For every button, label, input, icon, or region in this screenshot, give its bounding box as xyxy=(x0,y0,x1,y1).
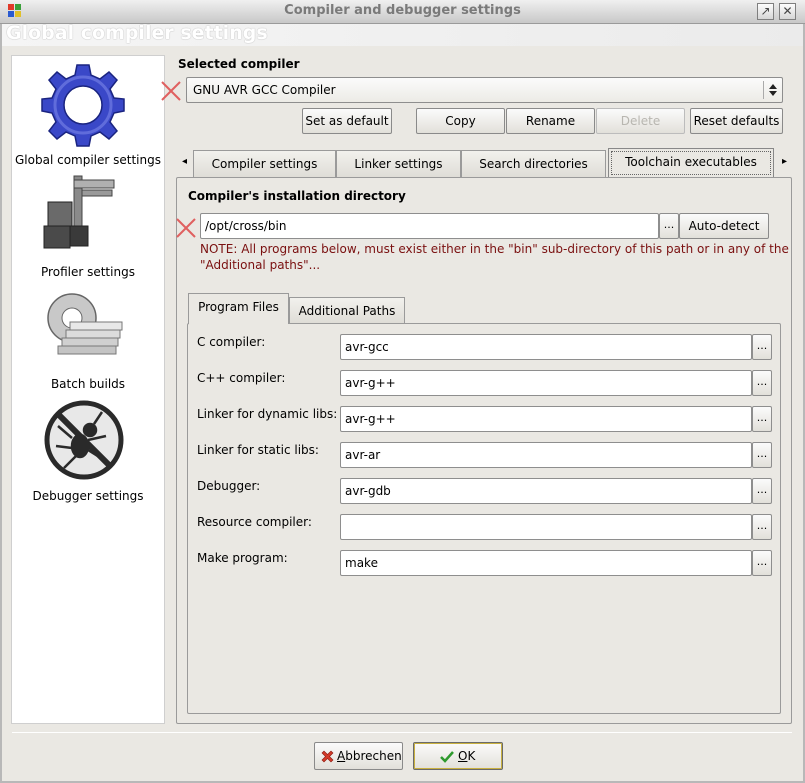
tab-linker-settings[interactable]: Linker settings xyxy=(336,150,461,178)
set-as-default-button[interactable]: Set as default xyxy=(302,108,392,134)
program-label: Make program: xyxy=(197,551,288,565)
install-dir-input[interactable]: /opt/cross/bin xyxy=(200,213,659,239)
tab-toolchain-executables[interactable]: Toolchain executables xyxy=(608,148,774,178)
copy-button[interactable]: Copy xyxy=(416,108,505,134)
maximize-button[interactable]: ↗ xyxy=(757,3,774,20)
cancel-label: bbrechen xyxy=(345,749,402,763)
program-label: Resource compiler: xyxy=(197,515,312,529)
dynamic-linker-browse-button[interactable]: ... xyxy=(752,406,772,432)
sidebar-item-batch-builds[interactable]: Batch builds xyxy=(12,282,164,394)
sidebar: Global compiler settings Profiler settin… xyxy=(11,55,165,724)
sidebar-item-global-compiler[interactable]: Global compiler settings xyxy=(12,56,164,170)
compiler-select[interactable]: GNU AVR GCC Compiler xyxy=(186,77,783,103)
reset-defaults-button[interactable]: Reset defaults xyxy=(690,108,783,134)
install-dir-browse-button[interactable]: ... xyxy=(659,213,679,239)
compiler-select-value: GNU AVR GCC Compiler xyxy=(193,83,336,97)
footer-divider xyxy=(12,732,792,733)
sidebar-item-profiler[interactable]: Profiler settings xyxy=(12,170,164,282)
select-arrows-icon xyxy=(769,84,777,96)
static-linker-input[interactable]: avr-ar xyxy=(340,442,752,468)
close-button[interactable]: ✕ xyxy=(779,3,796,20)
invalid-x-icon xyxy=(176,218,196,238)
tab-scroll-right-button[interactable]: ▸ xyxy=(782,156,787,167)
program-label: Linker for dynamic libs: xyxy=(197,407,338,421)
static-linker-browse-button[interactable]: ... xyxy=(752,442,772,468)
c-compiler-browse-button[interactable]: ... xyxy=(752,334,772,360)
ok-check-icon xyxy=(440,751,454,763)
page-title: Global compiler settings xyxy=(6,22,268,44)
cancel-button[interactable]: Abbrechen xyxy=(314,742,403,770)
cancel-mnemonic: A xyxy=(337,749,346,763)
tab-compiler-settings[interactable]: Compiler settings xyxy=(193,150,336,178)
batch-gear-icon xyxy=(47,293,123,355)
caliper-icon xyxy=(43,175,115,249)
cpp-compiler-input[interactable]: avr-g++ xyxy=(340,370,752,396)
sidebar-item-label: Debugger settings xyxy=(32,489,144,503)
tab-join xyxy=(189,322,288,325)
make-program-browse-button[interactable]: ... xyxy=(752,550,772,576)
ok-button[interactable]: OK xyxy=(413,742,503,770)
no-bug-icon xyxy=(44,400,124,480)
debugger-browse-button[interactable]: ... xyxy=(752,478,772,504)
sidebar-item-label: Global compiler settings xyxy=(15,153,161,167)
debugger-input[interactable]: avr-gdb xyxy=(340,478,752,504)
install-note-line1: NOTE: All programs below, must exist eit… xyxy=(200,242,789,256)
program-label: C compiler: xyxy=(197,335,266,349)
selected-compiler-label: Selected compiler xyxy=(178,57,300,71)
program-label: Linker for static libs: xyxy=(197,443,319,457)
cpp-compiler-browse-button[interactable]: ... xyxy=(752,370,772,396)
dynamic-linker-input[interactable]: avr-g++ xyxy=(340,406,752,432)
gear-icon xyxy=(41,64,125,147)
tab-additional-paths[interactable]: Additional Paths xyxy=(289,297,405,324)
rename-button[interactable]: Rename xyxy=(506,108,595,134)
sidebar-item-label: Batch builds xyxy=(50,377,126,391)
cancel-x-icon xyxy=(321,750,334,763)
invalid-x-icon xyxy=(161,81,181,101)
auto-detect-button[interactable]: Auto-detect xyxy=(679,213,769,239)
resource-compiler-browse-button[interactable]: ... xyxy=(752,514,772,540)
sidebar-item-debugger[interactable]: Debugger settings xyxy=(12,394,164,508)
sidebar-item-label: Profiler settings xyxy=(41,265,135,279)
window-title: Compiler and debugger settings xyxy=(284,3,521,18)
make-program-input[interactable]: make xyxy=(340,550,752,576)
ok-label: K xyxy=(467,749,476,763)
install-note-line2: "Additional paths"... xyxy=(200,258,321,272)
tab-scroll-left-button[interactable]: ◂ xyxy=(182,156,187,167)
install-dir-label: Compiler's installation directory xyxy=(188,189,406,203)
program-label: Debugger: xyxy=(197,479,261,493)
c-compiler-input[interactable]: avr-gcc xyxy=(340,334,752,360)
tab-search-directories[interactable]: Search directories xyxy=(461,150,606,178)
program-label: C++ compiler: xyxy=(197,371,286,385)
resource-compiler-input[interactable] xyxy=(340,514,752,540)
delete-button[interactable]: Delete xyxy=(596,108,685,134)
tab-program-files[interactable]: Program Files xyxy=(188,293,289,324)
